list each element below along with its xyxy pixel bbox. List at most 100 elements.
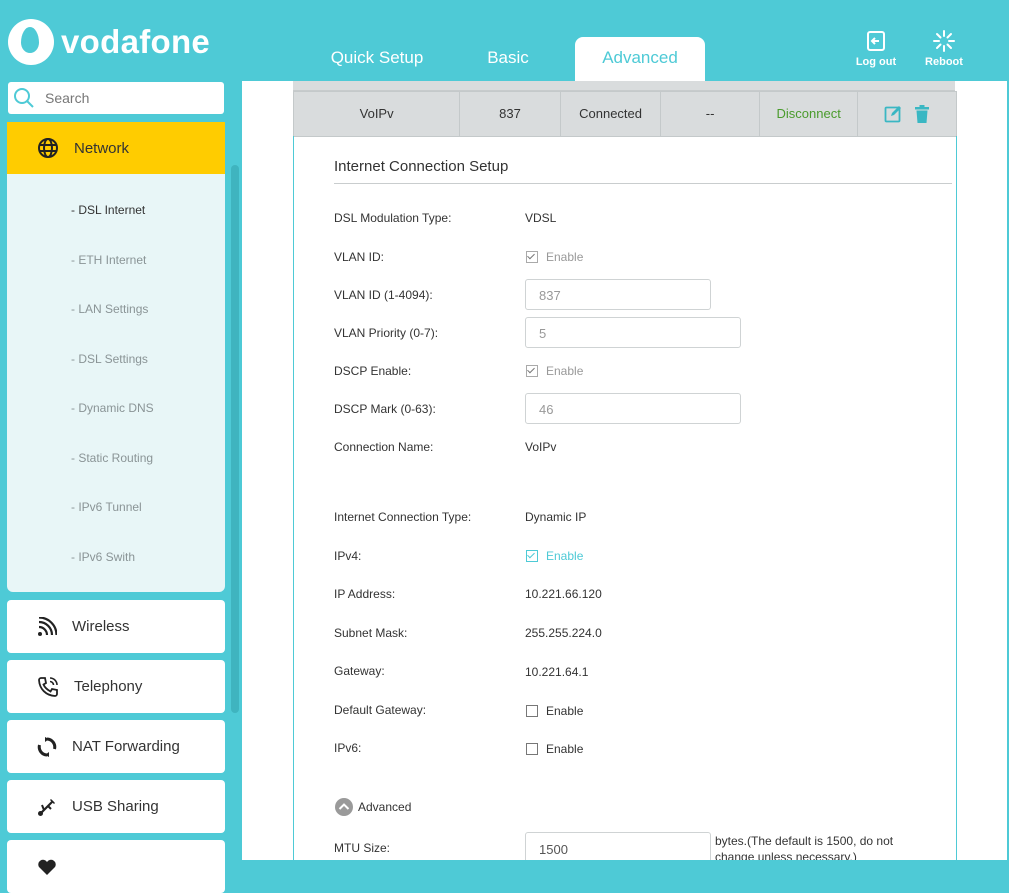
connection-name-label: Connection Name: (334, 440, 434, 454)
default-gateway-label: Default Gateway: (334, 703, 427, 717)
connection-type-label: Internet Connection Type: (334, 510, 472, 524)
connection-status-cell: Connected (561, 92, 662, 136)
ipv6-label: IPv6: (334, 741, 362, 755)
row-actions (858, 92, 956, 136)
logout-icon (867, 31, 885, 51)
default-gateway-checkbox-box (526, 705, 538, 717)
tab-quick-setup[interactable]: Quick Setup (318, 37, 436, 81)
submenu-static-routing[interactable]: - Static Routing (7, 445, 225, 495)
subnet-mask-value: 255.255.224.0 (525, 626, 602, 640)
connection-type-value: Dynamic IP (525, 510, 587, 524)
gateway-value: 10.221.64.1 (525, 665, 589, 679)
ipv4-label: IPv4: (334, 549, 362, 563)
sidebar-scrollbar[interactable] (231, 165, 239, 713)
sidebar-item-usb-sharing-label: USB Sharing (72, 798, 159, 815)
connection-name-cell: VoIPv (294, 92, 461, 136)
disconnect-link[interactable]: Disconnect (777, 106, 841, 121)
table-header-strip (293, 81, 955, 91)
tab-basic[interactable]: Basic (468, 37, 548, 81)
subnet-mask-label: Subnet Mask: (334, 626, 408, 640)
connection-vlan-cell: 837 (460, 92, 561, 136)
ipv4-checkbox-box (526, 550, 538, 562)
sidebar-item-wireless-label: Wireless (72, 618, 130, 635)
dscp-enable-label: DSCP Enable: (334, 364, 412, 378)
reboot-icon (933, 30, 955, 52)
dscp-checkbox-box (526, 365, 538, 377)
mtu-note: bytes.(The default is 1500, do not chang… (715, 834, 894, 860)
dscp-enable-text: Enable (546, 364, 584, 378)
dscp-mark-label: DSCP Mark (0-63): (334, 402, 436, 416)
reboot-label: Reboot (925, 56, 963, 68)
vlan-priority-field[interactable]: 5 (525, 317, 741, 348)
submenu-dsl-internet[interactable]: - DSL Internet (7, 197, 225, 247)
vlan-id-field[interactable]: 837 (525, 279, 711, 310)
vlan-priority-label: VLAN Priority (0-7): (334, 326, 439, 340)
advanced-toggle-label: Advanced (358, 800, 412, 814)
sidebar-item-telephony-label: Telephony (74, 678, 143, 695)
main-panel: VoIPv 837 Connected -- Disconnect Intern… (242, 81, 1007, 860)
connection-form-frame (293, 136, 957, 860)
dscp-checkbox[interactable]: Enable (526, 364, 583, 378)
ipv4-enable-label: Enable (546, 549, 584, 563)
sidebar-item-telephony[interactable]: Telephony (7, 660, 225, 713)
logout-label: Log out (855, 56, 897, 68)
submenu-ipv6-tunnel[interactable]: - IPv6 Tunnel (7, 494, 225, 544)
sidebar-item-nat-forwarding[interactable]: NAT Forwarding (7, 720, 225, 773)
disconnect-cell: Disconnect (760, 92, 859, 136)
vlan-id-checkbox[interactable]: Enable (526, 250, 583, 264)
sidebar-item-next[interactable] (7, 840, 225, 893)
submenu-eth-internet[interactable]: - ETH Internet (7, 247, 225, 297)
mtu-label: MTU Size: (334, 841, 391, 855)
vlan-id-enable-label: Enable (546, 250, 584, 264)
ip-address-label: IP Address: (334, 587, 396, 601)
vlan-id-range-label: VLAN ID (1-4094): (334, 288, 433, 302)
delete-icon[interactable] (914, 105, 930, 123)
logout-button[interactable]: Log out (853, 30, 899, 68)
nat-icon (37, 736, 57, 757)
globe-icon (38, 138, 58, 158)
ipv6-enable-label: Enable (546, 742, 584, 756)
network-submenu: - DSL Internet - ETH Internet - LAN Sett… (7, 197, 225, 592)
tab-advanced[interactable]: Advanced (575, 37, 705, 81)
phone-icon (38, 676, 58, 697)
submenu-ipv6-switch[interactable]: - IPv6 Swith (7, 544, 225, 593)
sidebar-item-nat-forwarding-label: NAT Forwarding (72, 738, 180, 755)
ipv4-checkbox[interactable]: Enable (526, 549, 583, 563)
sidebar-item-usb-sharing[interactable]: USB Sharing (7, 780, 225, 833)
vodafone-logo-icon (8, 19, 54, 65)
connection-row: VoIPv 837 Connected -- Disconnect (293, 91, 957, 137)
search-box (8, 82, 224, 114)
mtu-field[interactable]: 1500 (525, 832, 711, 860)
dscp-mark-field[interactable]: 46 (525, 393, 741, 424)
connection-name-value: VoIPv (525, 440, 557, 454)
ip-address-value: 10.221.66.120 (525, 587, 602, 601)
submenu-dsl-settings[interactable]: - DSL Settings (7, 346, 225, 396)
sidebar-item-network-label: Network (74, 139, 130, 157)
vodafone-logo: vodafone (8, 16, 210, 68)
sidebar-item-wireless[interactable]: Wireless (7, 600, 225, 653)
advanced-toggle[interactable]: Advanced (334, 797, 411, 817)
reboot-button[interactable]: Reboot (921, 30, 967, 68)
sidebar-item-network[interactable]: Network (7, 122, 225, 174)
vlan-id-checkbox-box (526, 251, 538, 263)
ipv6-checkbox[interactable]: Enable (526, 742, 583, 756)
default-gateway-checkbox[interactable]: Enable (526, 704, 583, 718)
connection-extra-cell: -- (661, 92, 760, 136)
edit-icon[interactable] (884, 105, 902, 123)
submenu-lan-settings[interactable]: - LAN Settings (7, 296, 225, 346)
search-input[interactable] (43, 89, 217, 107)
usb-icon (38, 798, 55, 816)
chevron-up-icon (335, 798, 353, 816)
wireless-icon (38, 616, 57, 636)
section-title: Internet Connection Setup (334, 158, 509, 175)
vlan-id-label: VLAN ID: (334, 250, 385, 264)
dsl-modulation-label: DSL Modulation Type: (334, 211, 452, 225)
gateway-label: Gateway: (334, 664, 385, 678)
submenu-dynamic-dns[interactable]: - Dynamic DNS (7, 395, 225, 445)
sidebar-network-group: Network - DSL Internet - ETH Internet - … (7, 122, 225, 592)
default-gateway-enable-label: Enable (546, 704, 584, 718)
dsl-modulation-value: VDSL (525, 211, 557, 225)
section-divider (334, 183, 952, 184)
ipv6-checkbox-box (526, 743, 538, 755)
brand-name: vodafone (61, 23, 211, 60)
